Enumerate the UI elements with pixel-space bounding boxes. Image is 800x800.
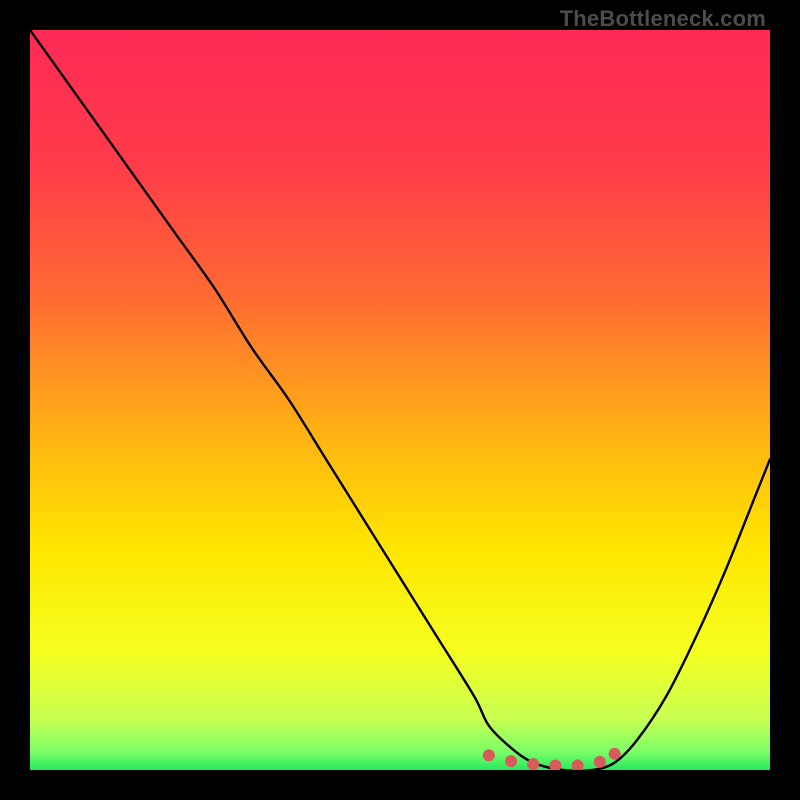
chart-frame: TheBottleneck.com xyxy=(0,0,800,800)
valley-marker xyxy=(549,760,561,770)
valley-marker xyxy=(572,760,584,770)
bottleneck-curve xyxy=(30,30,770,770)
valley-marker xyxy=(594,756,606,768)
curve-layer xyxy=(30,30,770,770)
valley-marker xyxy=(483,749,495,761)
valley-marker xyxy=(609,748,621,760)
watermark-text: TheBottleneck.com xyxy=(560,6,766,32)
plot-area xyxy=(30,30,770,770)
valley-marker xyxy=(505,755,517,767)
valley-markers xyxy=(483,748,621,770)
valley-marker xyxy=(527,758,539,770)
